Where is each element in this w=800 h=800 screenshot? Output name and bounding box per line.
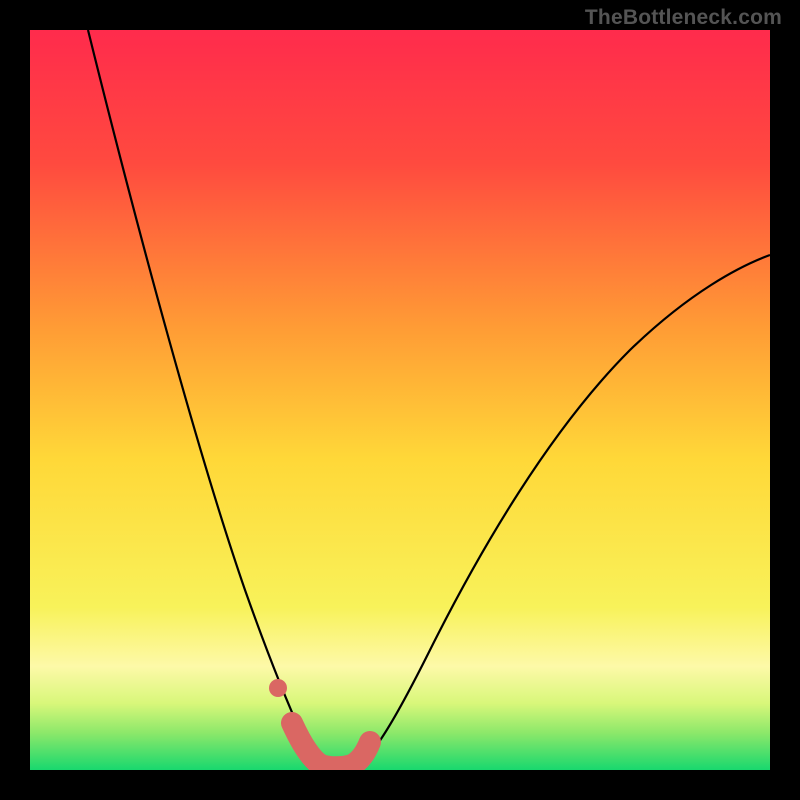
chart-svg — [30, 30, 770, 770]
watermark: TheBottleneck.com — [585, 6, 782, 30]
highlight-dot — [269, 679, 287, 697]
plot-area — [30, 30, 770, 770]
chart-frame: TheBottleneck.com — [0, 0, 800, 800]
gradient-bg — [30, 30, 770, 770]
